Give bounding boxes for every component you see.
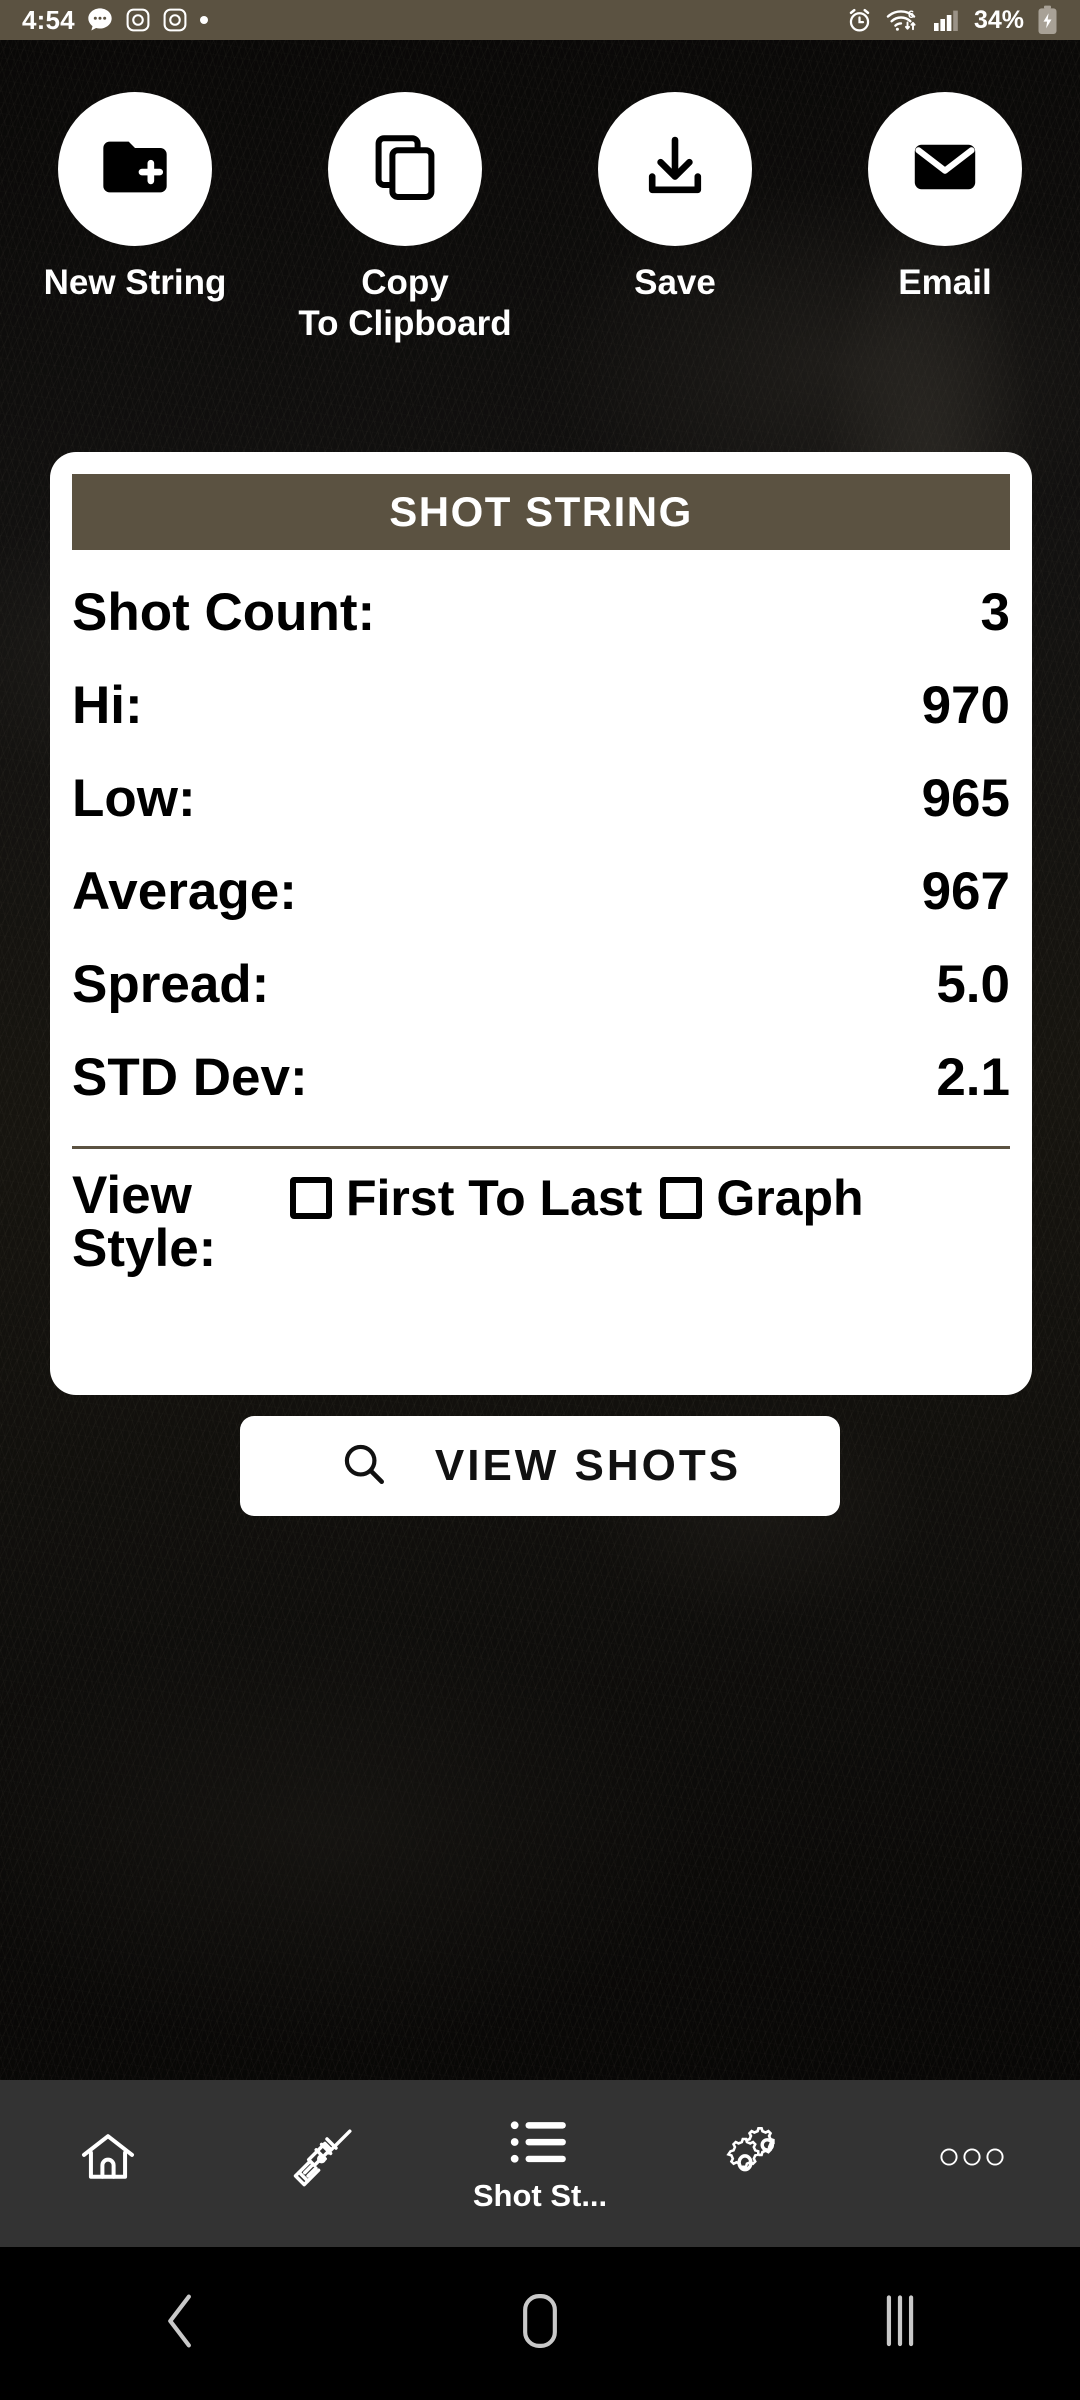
stat-value: 5.0: [936, 955, 1010, 1014]
system-navigation-bar: [0, 2247, 1080, 2400]
alarm-icon: [846, 7, 873, 34]
overflow-dots-icon: [936, 2142, 1008, 2177]
view-shots-button-label: VIEW SHOTS: [434, 1441, 742, 1490]
stat-row-average: Average: 967: [72, 861, 1010, 954]
nav-item-more[interactable]: [864, 2080, 1080, 2247]
view-style-row: View Style: First To Last Graph: [50, 1149, 1032, 1275]
action-button-row: New String Copy To Clipboard Save Email: [0, 92, 1080, 345]
view-style-option-first-to-last[interactable]: First To Last: [290, 1169, 642, 1227]
gears-icon: [723, 2124, 789, 2195]
envelope-icon: [908, 130, 982, 209]
stat-label: STD Dev:: [72, 1048, 308, 1107]
system-back-button[interactable]: [0, 2290, 360, 2357]
checkbox-graph[interactable]: [660, 1177, 703, 1219]
system-home-button[interactable]: [360, 2290, 720, 2357]
email-button-label: Email: [898, 263, 992, 302]
save-button-circle[interactable]: [598, 92, 752, 246]
phone-screen: 4:54 6 34% New String Copy To Clipboard …: [0, 0, 1080, 2400]
stat-row-low: Low: 965: [72, 768, 1010, 861]
copy-to-clipboard-button-label: Copy To Clipboard: [298, 263, 512, 344]
svg-text:6: 6: [908, 9, 914, 21]
stat-row-shot-count: Shot Count: 3: [72, 582, 1010, 675]
battery-charging-icon: [1037, 5, 1058, 35]
dot-icon: [199, 15, 209, 25]
stat-row-hi: Hi: 970: [72, 675, 1010, 768]
stat-row-spread: Spread: 5.0: [72, 954, 1010, 1047]
checkbox-first-to-last[interactable]: [290, 1177, 332, 1219]
email-button-circle[interactable]: [868, 92, 1022, 246]
stat-label: Hi:: [72, 676, 143, 735]
instagram-icon: [125, 7, 151, 33]
new-string-button-label: New String: [43, 263, 227, 302]
view-shots-button[interactable]: VIEW SHOTS: [240, 1416, 840, 1516]
checkbox-first-to-last-label: First To Last: [346, 1170, 643, 1226]
instagram-icon: [162, 7, 188, 33]
stat-value: 3: [980, 583, 1010, 642]
recents-icon: [873, 2290, 927, 2357]
nav-item-shot-strings[interactable]: Shot St...: [432, 2080, 648, 2247]
shot-string-card-title: SHOT STRING: [389, 488, 693, 535]
message-bubble-icon: [86, 6, 114, 34]
shot-string-card-header: SHOT STRING: [72, 474, 1010, 550]
stat-value: 2.1: [936, 1048, 1010, 1107]
stat-value: 965: [921, 769, 1010, 828]
new-string-button-circle[interactable]: [58, 92, 212, 246]
search-icon: [339, 1439, 389, 1494]
status-bar-left: 4:54: [22, 5, 209, 36]
nav-item-home[interactable]: [0, 2080, 216, 2247]
view-style-label: View Style:: [72, 1166, 217, 1278]
new-folder-icon: [97, 129, 173, 210]
stat-label: Low:: [72, 769, 196, 828]
view-style-option-graph[interactable]: Graph: [660, 1169, 864, 1227]
copy-to-clipboard-button-circle[interactable]: [328, 92, 482, 246]
bottom-navigation-bar: Shot St...: [0, 2080, 1080, 2247]
save-button-label: Save: [634, 263, 716, 302]
nav-item-rifle[interactable]: [216, 2080, 432, 2247]
checkbox-graph-label: Graph: [716, 1170, 864, 1226]
rifle-scope-icon: [288, 2121, 360, 2198]
status-bar-right: 6 34%: [846, 5, 1058, 35]
status-bar-clock: 4:54: [22, 4, 75, 35]
stat-value: 970: [921, 676, 1010, 735]
shot-string-stats-list: Shot Count: 3 Hi: 970 Low: 965 Average: …: [50, 550, 1032, 1140]
home-icon: [516, 2290, 564, 2357]
battery-percent-label: 34%: [973, 5, 1024, 34]
stat-label: Shot Count:: [72, 583, 376, 642]
wifi-6-icon: 6: [886, 7, 920, 34]
nav-item-shot-strings-label: Shot St...: [472, 2177, 608, 2213]
system-recents-button[interactable]: [720, 2290, 1080, 2357]
save-button[interactable]: Save: [540, 92, 810, 345]
stat-value: 967: [921, 862, 1010, 921]
nav-item-settings[interactable]: [648, 2080, 864, 2247]
download-icon: [639, 131, 711, 208]
stat-row-std-dev: STD Dev: 2.1: [72, 1047, 1010, 1140]
copy-to-clipboard-button[interactable]: Copy To Clipboard: [270, 92, 540, 345]
copy-icon: [369, 131, 441, 208]
cellular-signal-icon: [933, 8, 961, 32]
status-bar: 4:54 6 34%: [0, 0, 1080, 40]
home-icon: [76, 2125, 140, 2194]
stat-label: Average:: [72, 862, 297, 921]
back-icon: [153, 2290, 207, 2357]
shot-string-card: SHOT STRING Shot Count: 3 Hi: 970 Low: 9…: [50, 452, 1032, 1395]
email-button[interactable]: Email: [810, 92, 1080, 345]
new-string-button[interactable]: New String: [0, 92, 270, 345]
stat-label: Spread:: [72, 955, 270, 1014]
list-icon: [509, 2117, 571, 2172]
